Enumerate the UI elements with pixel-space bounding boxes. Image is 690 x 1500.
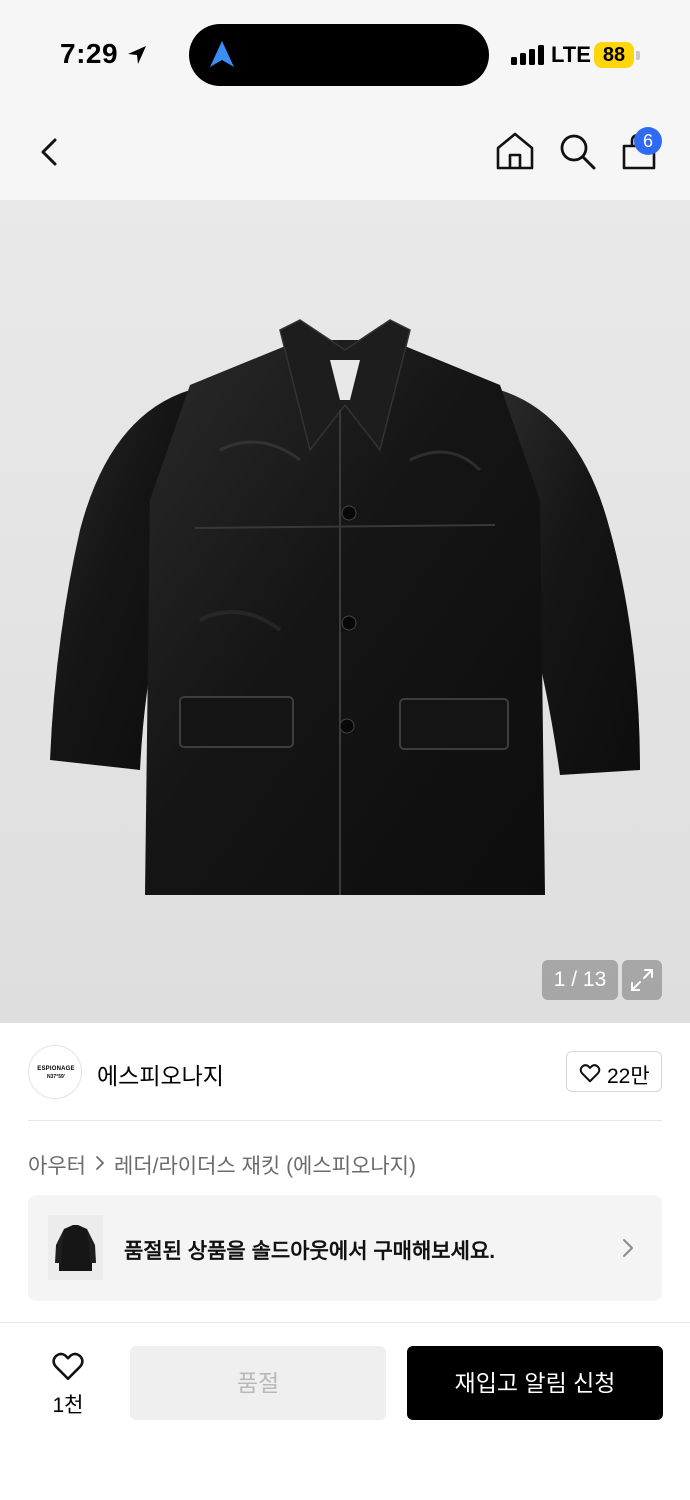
brand-logo-coordinates: N37°59' <box>47 1074 65 1080</box>
brand-like-count: 22만 <box>607 1065 650 1088</box>
heart-icon <box>579 1064 601 1083</box>
expand-button[interactable] <box>622 960 662 1000</box>
expand-arrows-icon <box>631 969 653 991</box>
battery-indicator: 88 <box>594 42 634 68</box>
chevron-right-icon <box>623 1239 633 1257</box>
navigation-app-icon <box>210 41 234 67</box>
brand-logo[interactable]: ESPIONAGE N37°59' <box>28 1045 82 1099</box>
status-bar: 7:29 LTE 88 <box>0 0 690 110</box>
banner-product-thumbnail <box>48 1215 103 1280</box>
divider <box>28 1120 662 1121</box>
heart-icon <box>52 1352 84 1381</box>
chevron-right-icon <box>96 1156 104 1170</box>
product-image-gallery[interactable]: 1 / 13 <box>0 200 690 1023</box>
wishlist-button[interactable]: 1천 <box>40 1345 96 1417</box>
status-time: 7:29 <box>60 38 119 69</box>
brand-name-link[interactable]: 에스피오나지 <box>97 1057 224 1091</box>
signal-bars-icon <box>511 45 544 65</box>
breadcrumb-subcategory[interactable]: 레더/라이더스 재킷 (에스피오나지) <box>114 1150 416 1180</box>
back-chevron-icon[interactable] <box>30 132 70 172</box>
bottom-bar-divider <box>0 1322 690 1323</box>
soldout-button: 품절 <box>130 1346 386 1420</box>
cart-count-badge: 6 <box>634 127 662 155</box>
location-arrow-icon <box>128 46 146 64</box>
image-counter: 1 / 13 <box>542 960 618 1000</box>
banner-text: 품절된 상품을 솔드아웃에서 구매해보세요. <box>124 1240 496 1263</box>
network-type: LTE <box>551 42 591 67</box>
dynamic-island <box>189 24 489 86</box>
restock-alert-button[interactable]: 재입고 알림 신청 <box>407 1346 663 1420</box>
search-icon[interactable] <box>556 130 598 172</box>
soldout-market-banner[interactable]: 품절된 상품을 솔드아웃에서 구매해보세요. <box>28 1195 662 1301</box>
battery-tip <box>636 51 640 60</box>
breadcrumb-category[interactable]: 아우터 <box>28 1150 86 1180</box>
app-header <box>0 110 690 200</box>
brand-logo-wordmark: ESPIONAGE <box>37 1066 75 1072</box>
home-icon[interactable] <box>494 130 536 172</box>
brand-like-button[interactable]: 22만 <box>566 1051 662 1092</box>
product-image <box>50 319 640 895</box>
wishlist-count: 1천 <box>52 1394 84 1417</box>
